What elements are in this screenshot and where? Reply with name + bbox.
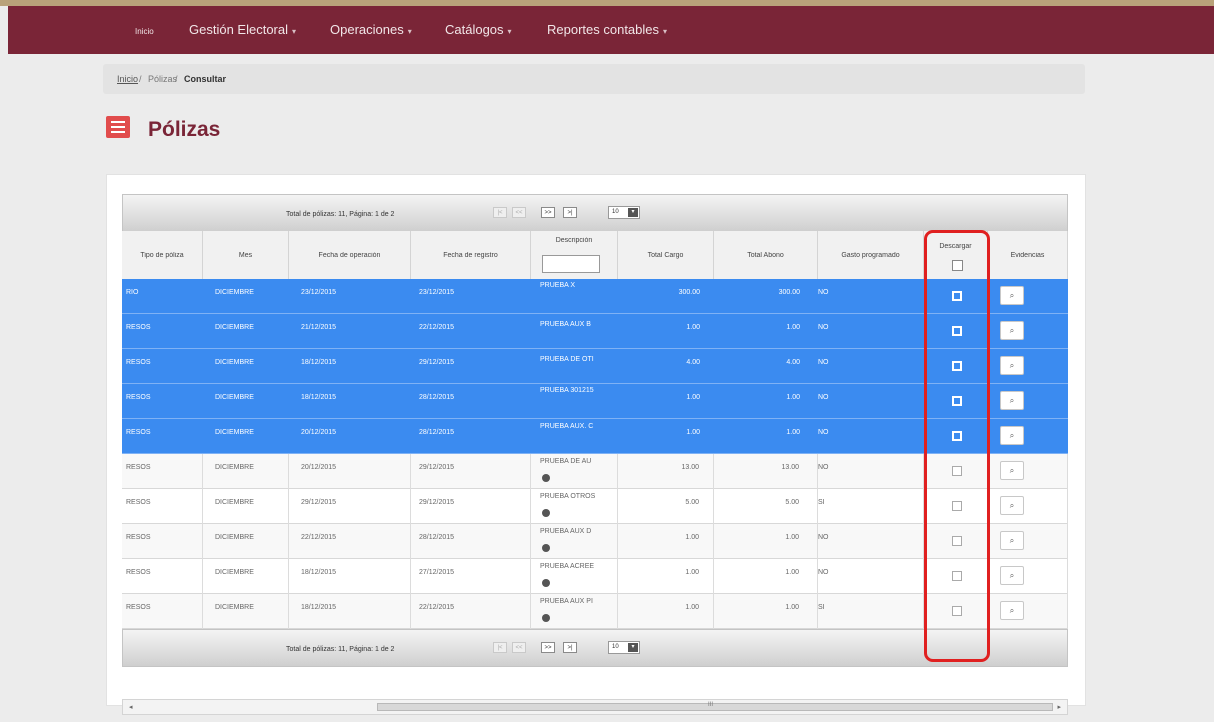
breadcrumb-section: Pólizas (148, 74, 178, 84)
evidence-search-button[interactable]: ⌕ (1000, 426, 1024, 445)
info-icon[interactable] (542, 474, 550, 482)
search-icon: ⌕ (1009, 606, 1015, 615)
description-filter-input[interactable] (542, 255, 600, 273)
chevron-down-icon: ▾ (292, 27, 297, 36)
search-icon: ⌕ (1009, 431, 1015, 440)
search-icon: ⌕ (1009, 291, 1015, 300)
breadcrumb-separator: / (139, 74, 142, 84)
info-icon[interactable] (542, 509, 550, 517)
menu-icon[interactable] (106, 116, 130, 138)
page-title: Pólizas (148, 118, 221, 141)
col-total-cargo[interactable]: Total Cargo (618, 231, 714, 279)
chevron-down-icon: ▾ (507, 27, 512, 36)
evidence-search-button[interactable]: ⌕ (1000, 461, 1024, 480)
col-fecha-operacion[interactable]: Fecha de operación (289, 231, 411, 279)
pager-first-button[interactable]: |< (493, 207, 507, 218)
breadcrumb-current: Consultar (184, 74, 227, 84)
search-icon: ⌕ (1009, 466, 1015, 475)
col-evidencias[interactable]: Evidencias (988, 231, 1068, 279)
col-mes[interactable]: Mes (203, 231, 289, 279)
chevron-down-icon: ▾ (628, 208, 638, 217)
search-icon: ⌕ (1009, 571, 1015, 580)
scrollbar-thumb[interactable]: III (377, 702, 1053, 711)
evidence-search-button[interactable]: ⌕ (1000, 391, 1024, 410)
horizontal-scrollbar[interactable]: ◂ III ▸ (122, 699, 1068, 715)
chevron-down-icon: ▾ (407, 27, 412, 36)
pager-prev-button[interactable]: << (512, 642, 526, 653)
pager-prev-button[interactable]: << (512, 207, 526, 218)
search-icon: ⌕ (1009, 536, 1015, 545)
col-descripcion[interactable]: Descripción (531, 231, 618, 279)
nav-catalogos[interactable]: Catálogos ▾ (445, 22, 512, 37)
evidence-search-button[interactable]: ⌕ (1000, 531, 1024, 550)
scroll-left-icon[interactable]: ◂ (129, 703, 133, 711)
col-total-abono[interactable]: Total Abono (714, 231, 818, 279)
col-fecha-registro[interactable]: Fecha de registro (411, 231, 531, 279)
info-icon[interactable] (542, 579, 550, 587)
search-icon: ⌕ (1009, 361, 1015, 370)
evidence-search-button[interactable]: ⌕ (1000, 566, 1024, 585)
descargar-highlight-box (924, 230, 990, 662)
pager-first-button[interactable]: |< (493, 642, 507, 653)
chevron-down-icon: ▾ (628, 643, 638, 652)
breadcrumb: Inicio / Pólizas / Consultar (103, 64, 1085, 94)
nav-operaciones[interactable]: Operaciones ▾ (330, 22, 412, 37)
evidence-search-button[interactable]: ⌕ (1000, 321, 1024, 340)
nav-gestion-electoral[interactable]: Gestión Electoral ▾ (189, 22, 296, 37)
page-size-select[interactable]: 10 ▾ (608, 206, 640, 219)
evidence-search-button[interactable]: ⌕ (1000, 286, 1024, 305)
page-size-select[interactable]: 10 ▾ (608, 641, 640, 654)
search-icon: ⌕ (1009, 326, 1015, 335)
evidence-search-button[interactable]: ⌕ (1000, 496, 1024, 515)
breadcrumb-separator: / (175, 74, 178, 84)
col-tipo-poliza[interactable]: Tipo de póliza (122, 231, 203, 279)
info-icon[interactable] (542, 614, 550, 622)
pager-summary: Total de pólizas: 11, Página: 1 de 2 (286, 211, 395, 218)
chevron-down-icon: ▾ (663, 27, 668, 36)
breadcrumb-home[interactable]: Inicio (117, 74, 138, 84)
col-gasto-programado[interactable]: Gasto programado (818, 231, 924, 279)
nav-reportes-contables[interactable]: Reportes contables ▾ (547, 22, 667, 37)
pager-top: Total de pólizas: 11, Página: 1 de 2 |< … (122, 194, 1068, 232)
top-navbar: Inicio Gestión Electoral ▾ Operaciones ▾ C… (8, 6, 1214, 54)
info-icon[interactable] (542, 544, 550, 552)
evidence-search-button[interactable]: ⌕ (1000, 601, 1024, 620)
search-icon: ⌕ (1009, 396, 1015, 405)
pager-last-button[interactable]: >| (563, 642, 577, 653)
evidence-search-button[interactable]: ⌕ (1000, 356, 1024, 375)
pager-next-button[interactable]: >> (541, 642, 555, 653)
search-icon: ⌕ (1009, 501, 1015, 510)
nav-home[interactable]: Inicio (135, 27, 154, 36)
pager-last-button[interactable]: >| (563, 207, 577, 218)
scroll-right-icon[interactable]: ▸ (1057, 703, 1061, 711)
pager-summary: Total de pólizas: 11, Página: 1 de 2 (286, 646, 395, 653)
pager-next-button[interactable]: >> (541, 207, 555, 218)
